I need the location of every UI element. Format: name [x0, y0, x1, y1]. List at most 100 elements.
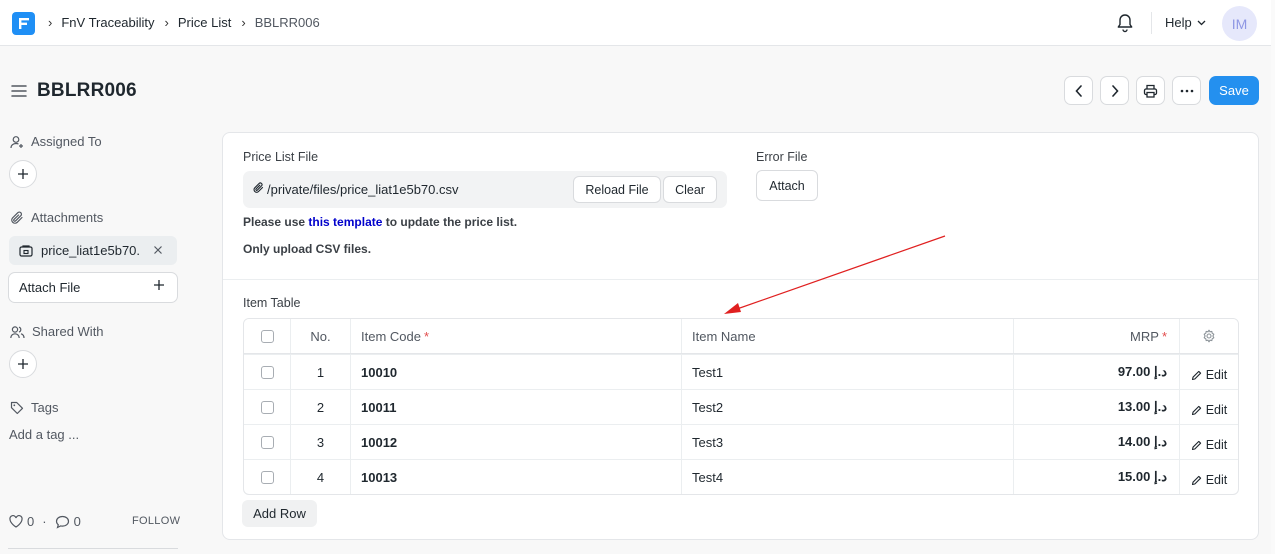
- reload-file-button[interactable]: Reload File: [573, 176, 661, 203]
- bell-icon[interactable]: [1116, 13, 1134, 33]
- chevron-right-icon: [1111, 84, 1119, 97]
- required-marker: *: [423, 328, 430, 344]
- avatar[interactable]: IM: [1222, 6, 1257, 41]
- row-no: 3: [290, 425, 350, 459]
- pencil-icon: [1191, 370, 1201, 380]
- attachment-item[interactable]: price_liat1e5b70.: [9, 236, 177, 265]
- add-share-button[interactable]: [9, 350, 37, 378]
- row-mrp[interactable]: د.إ 14.00: [1013, 425, 1179, 459]
- row-checkbox[interactable]: [260, 400, 274, 414]
- row-no: 1: [290, 355, 350, 389]
- clear-button[interactable]: Clear: [663, 176, 717, 203]
- previous-button[interactable]: [1064, 76, 1093, 105]
- table-header: No. Item Code * Item Name MRP *: [244, 319, 1238, 354]
- sidebar-toggle-icon[interactable]: [11, 84, 27, 98]
- users-icon: [10, 325, 25, 338]
- add-tag-link[interactable]: Add a tag ...: [9, 427, 79, 442]
- shared-with-section: Shared With: [10, 324, 104, 339]
- breadcrumb-price-list[interactable]: Price List: [178, 15, 231, 30]
- follow-button[interactable]: FOLLOW: [132, 515, 180, 527]
- heart-icon[interactable]: [9, 515, 23, 528]
- ellipsis-icon: [1180, 89, 1193, 92]
- attach-error-file-button[interactable]: Attach: [756, 170, 818, 201]
- attach-file-label: Attach File: [19, 280, 81, 295]
- comment-icon[interactable]: [55, 515, 70, 529]
- chevron-right-icon: ›: [241, 15, 246, 30]
- breadcrumb-fnv-traceability[interactable]: FnV Traceability: [61, 15, 154, 30]
- help-suffix: to update the price list.: [382, 215, 518, 229]
- print-button[interactable]: [1136, 76, 1165, 105]
- paperclip-icon: [253, 182, 264, 197]
- header-item-name: Item Name: [681, 319, 1013, 353]
- chevron-right-icon: ›: [164, 15, 169, 30]
- select-all-checkbox[interactable]: [260, 329, 274, 343]
- printer-icon: [1143, 84, 1158, 98]
- row-mrp[interactable]: د.إ 15.00: [1013, 460, 1179, 494]
- shared-with-label: Shared With: [32, 324, 104, 339]
- row-mrp[interactable]: د.إ 13.00: [1013, 390, 1179, 424]
- dot-separator: ·: [42, 514, 47, 529]
- row-edit-cell: Edit: [1179, 460, 1238, 494]
- add-row-button[interactable]: Add Row: [242, 500, 317, 527]
- row-item-code[interactable]: 10011: [350, 390, 681, 424]
- row-edit-cell: Edit: [1179, 425, 1238, 459]
- error-file-label: Error File: [756, 150, 808, 164]
- lock-file-icon: [19, 245, 33, 257]
- row-item-code[interactable]: 10010: [350, 355, 681, 389]
- tag-icon: [10, 401, 24, 414]
- save-button[interactable]: Save: [1209, 76, 1259, 105]
- row-item-name[interactable]: Test3: [681, 425, 1013, 459]
- breadcrumb-current[interactable]: BBLRR006: [255, 15, 320, 30]
- column-settings-button[interactable]: [1179, 319, 1238, 353]
- navbar: › FnV Traceability › Price List › BBLRR0…: [0, 0, 1275, 46]
- pencil-icon: [1191, 440, 1201, 450]
- item-code-header-label: Item Code: [361, 328, 421, 344]
- row-select-cell: [244, 390, 290, 424]
- header-select-cell: [244, 319, 290, 353]
- row-edit-button[interactable]: Edit: [1191, 403, 1227, 417]
- edit-label: Edit: [1205, 473, 1228, 487]
- help-dropdown[interactable]: Help: [1165, 15, 1206, 30]
- row-checkbox[interactable]: [260, 365, 274, 379]
- row-edit-cell: Edit: [1179, 390, 1238, 424]
- remove-attachment-icon[interactable]: [153, 243, 163, 258]
- chevron-down-icon: [1197, 20, 1206, 25]
- page-scrollbar[interactable]: [1271, 0, 1275, 554]
- row-item-code[interactable]: 10013: [350, 460, 681, 494]
- mrp-header-label: MRP: [1130, 328, 1159, 344]
- table-row[interactable]: 2 10011 Test2 د.إ 13.00 Edit: [244, 389, 1238, 424]
- more-actions-button[interactable]: [1172, 76, 1201, 105]
- help-prefix: Please use: [243, 215, 309, 229]
- chevron-right-icon: ›: [48, 15, 53, 30]
- row-item-name[interactable]: Test4: [681, 460, 1013, 494]
- row-checkbox[interactable]: [260, 470, 274, 484]
- row-item-code[interactable]: 10012: [350, 425, 681, 459]
- row-edit-button[interactable]: Edit: [1191, 368, 1228, 382]
- add-assignee-button[interactable]: [9, 160, 37, 188]
- form-card: Price List File /private/files/price_lia…: [222, 132, 1259, 540]
- row-checkbox[interactable]: [260, 435, 274, 449]
- row-edit-button[interactable]: Edit: [1191, 438, 1227, 452]
- price-list-file-label: Price List File: [243, 150, 319, 164]
- navbar-divider: [1151, 12, 1152, 34]
- price-list-file-link[interactable]: /private/files/price_liat1e5b70.csv: [267, 182, 459, 197]
- row-edit-button[interactable]: Edit: [1191, 473, 1228, 487]
- edit-label: Edit: [1205, 368, 1228, 382]
- required-marker: *: [1161, 328, 1167, 344]
- attachment-name[interactable]: price_liat1e5b70.: [41, 243, 145, 258]
- assigned-to-label: Assigned To: [31, 134, 102, 149]
- row-item-name[interactable]: Test2: [681, 390, 1013, 424]
- plus-icon: [153, 279, 165, 294]
- row-item-name[interactable]: Test1: [681, 355, 1013, 389]
- next-button[interactable]: [1100, 76, 1129, 105]
- attachments-label: Attachments: [31, 210, 104, 225]
- social-stats: 0 · 0: [9, 514, 81, 529]
- row-select-cell: [244, 355, 290, 389]
- template-link[interactable]: this template: [308, 215, 382, 229]
- table-row[interactable]: 1 10010 Test1 د.إ 97.00 Edit: [244, 354, 1238, 389]
- row-mrp[interactable]: د.إ 97.00: [1013, 355, 1179, 389]
- frappe-logo-icon[interactable]: [12, 12, 35, 35]
- table-row[interactable]: 3 10012 Test3 د.إ 14.00 Edit: [244, 424, 1238, 459]
- table-row[interactable]: 4 10013 Test4 د.إ 15.00 Edit: [244, 459, 1238, 494]
- attach-file-button[interactable]: Attach File: [8, 272, 178, 303]
